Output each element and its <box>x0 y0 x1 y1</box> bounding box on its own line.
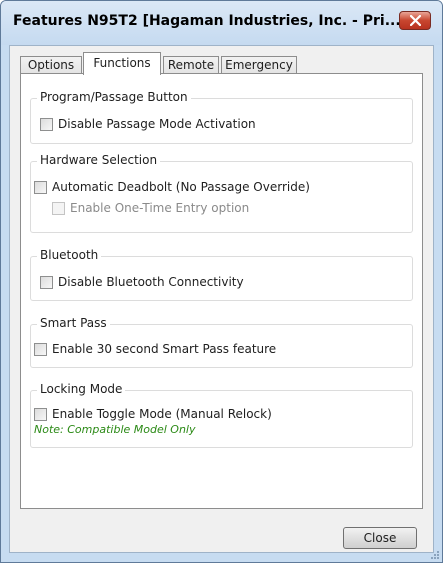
group-label-bluetooth: Bluetooth <box>37 248 102 262</box>
disable-bluetooth-label: Disable Bluetooth Connectivity <box>58 275 244 289</box>
title-bar[interactable]: Features N95T2 [Hagaman Industries, Inc.… <box>1 1 442 45</box>
resize-grip-icon[interactable] <box>430 550 440 560</box>
functions-panel: Program/Passage Button Disable Passage M… <box>20 73 423 509</box>
group-label-hardware-selection: Hardware Selection <box>37 153 161 167</box>
group-label-locking-mode: Locking Mode <box>37 382 126 396</box>
disable-passage-label: Disable Passage Mode Activation <box>58 117 256 131</box>
one-time-entry-label: Enable One-Time Entry option <box>70 201 250 215</box>
one-time-entry-checkbox <box>52 202 65 215</box>
group-smart-pass: Smart Pass Enable 30 second Smart Pass f… <box>30 316 413 368</box>
tab-emergency[interactable]: Emergency <box>221 56 297 74</box>
group-label-program-passage: Program/Passage Button <box>37 90 191 104</box>
dialog-window: Features N95T2 [Hagaman Industries, Inc.… <box>0 0 443 563</box>
auto-deadbolt-checkbox[interactable] <box>34 181 47 194</box>
close-icon <box>410 15 421 26</box>
disable-bluetooth-checkbox[interactable] <box>40 276 53 289</box>
dialog-client-area: Options Functions Remote Emergency Progr… <box>9 45 434 553</box>
tab-options[interactable]: Options <box>20 56 82 74</box>
disable-passage-checkbox[interactable] <box>40 118 53 131</box>
group-locking-mode: Locking Mode Enable Toggle Mode (Manual … <box>30 382 413 448</box>
tab-remote[interactable]: Remote <box>163 56 219 74</box>
auto-deadbolt-label: Automatic Deadbolt (No Passage Override) <box>52 180 310 194</box>
window-title: Features N95T2 [Hagaman Industries, Inc.… <box>13 13 401 29</box>
group-label-smart-pass: Smart Pass <box>37 316 110 330</box>
toggle-mode-checkbox[interactable] <box>34 408 47 421</box>
close-button[interactable]: Close <box>343 527 417 549</box>
tab-functions[interactable]: Functions <box>83 52 161 75</box>
window-close-button[interactable] <box>399 11 431 30</box>
smart-pass-checkbox[interactable] <box>34 343 47 356</box>
compatibility-note: Note: Compatible Model Only <box>34 423 196 436</box>
group-bluetooth: Bluetooth Disable Bluetooth Connectivity <box>30 248 413 301</box>
smart-pass-label: Enable 30 second Smart Pass feature <box>52 342 277 356</box>
toggle-mode-label: Enable Toggle Mode (Manual Relock) <box>52 407 272 421</box>
group-program-passage: Program/Passage Button Disable Passage M… <box>30 90 413 144</box>
group-hardware-selection: Hardware Selection Automatic Deadbolt (N… <box>30 153 413 233</box>
